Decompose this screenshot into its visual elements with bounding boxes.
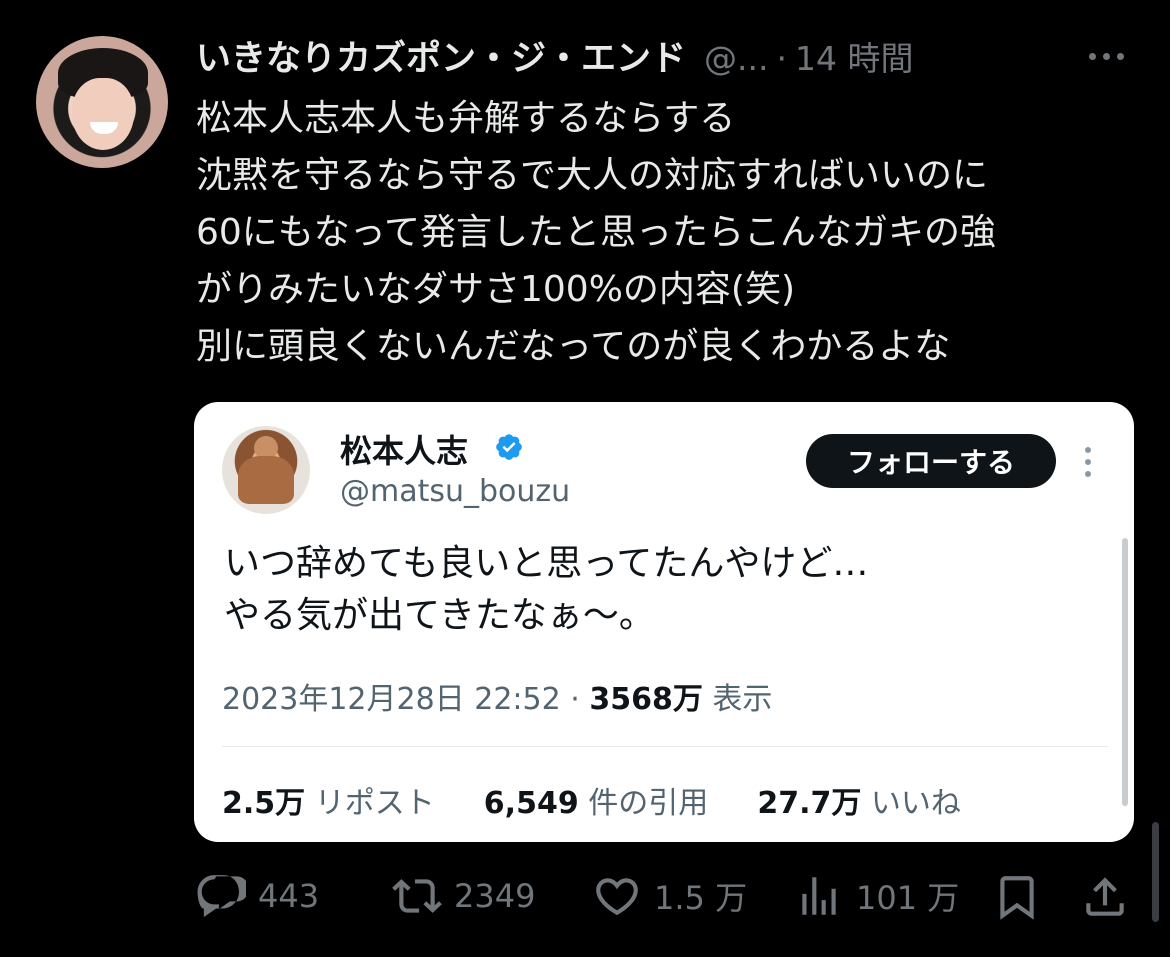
quoted-author-handle[interactable]: @matsu_bouzu: [340, 474, 570, 509]
likes-label[interactable]: いいね: [871, 786, 961, 821]
retweet-button[interactable]: 2349: [392, 866, 535, 926]
avatar-face: [72, 78, 134, 150]
reposts-count[interactable]: 2.5万: [222, 786, 305, 821]
quotes-count[interactable]: 6,549: [484, 786, 579, 821]
quoted-line: いつ辞めても良いと思ってたんやけど…: [224, 543, 869, 584]
quotes-label[interactable]: 件の引用: [588, 786, 708, 821]
quoted-avatar-torso: [238, 456, 294, 504]
views-icon: [802, 877, 836, 915]
retweet-icon: [392, 879, 442, 913]
views-button[interactable]: 101 万: [794, 866, 959, 926]
like-icon: [596, 878, 638, 916]
tweet-line: 松本人志本人も弁解するならする: [196, 98, 736, 139]
tweet-line: 別に頭良くないんだなってのが良くわかるよな: [196, 326, 951, 367]
header-separator: ·: [776, 39, 788, 78]
quoted-tweet-text: いつ辞めても良いと思ってたんやけど… やる気が出てきたなぁ～。: [224, 538, 868, 642]
reposts-label[interactable]: リポスト: [315, 786, 435, 821]
bookmark-icon[interactable]: [992, 872, 1042, 922]
likes-count[interactable]: 27.7万: [757, 786, 861, 821]
action-bar: 443 2349 1.5 万 101 万: [196, 866, 1136, 926]
more-icon[interactable]: [1078, 36, 1134, 76]
quoted-datetime[interactable]: 2023年12月28日 22:52: [222, 682, 561, 717]
quoted-meta: 2023年12月28日 22:52 · 3568万 表示: [222, 674, 772, 718]
tweet-line: がりみたいなダサさ100%の内容(笑): [196, 269, 796, 310]
tweet-text: 松本人志本人も弁解するならする 沈黙を守るなら守るで大人の対応すればいいのに 6…: [196, 90, 996, 375]
views-count: 101 万: [856, 879, 960, 917]
follow-button[interactable]: フォローする: [806, 434, 1056, 488]
reply-icon: [197, 875, 246, 918]
quoted-views-count: 3568万: [589, 682, 703, 717]
verified-icon: [496, 434, 522, 460]
quoted-tweet-card[interactable]: 松本人志 @matsu_bouzu フォローする いつ辞めても良いと思ってたんや…: [194, 402, 1134, 842]
retweet-count: 2349: [454, 877, 536, 915]
quoted-views-label: 表示: [712, 682, 773, 717]
tweet-line: 60にもなって発言したと思ったらこんなガキの強: [196, 212, 997, 253]
quoted-author-avatar[interactable]: [222, 426, 310, 514]
tweet-line: 沈黙を守るなら守るで大人の対応すればいいのに: [196, 155, 989, 196]
author-name[interactable]: いきなりカズポン・ジ・エンド: [196, 30, 686, 81]
quoted-stats: 2.5万 リポスト 6,549 件の引用 27.7万 いいね: [222, 778, 961, 822]
author-handle[interactable]: @...: [704, 39, 768, 78]
quoted-author-name[interactable]: 松本人志: [340, 426, 468, 472]
quoted-line: やる気が出てきたなぁ～。: [224, 595, 655, 636]
card-scrollbar[interactable]: [1122, 538, 1128, 806]
tweet-time[interactable]: 14 時間: [795, 32, 913, 80]
author-avatar[interactable]: [36, 36, 168, 168]
card-divider: [222, 746, 1108, 747]
reply-count: 443: [258, 877, 320, 915]
reply-button[interactable]: 443: [196, 866, 319, 926]
like-count: 1.5 万: [654, 879, 748, 917]
tweet-header: いきなりカズポン・ジ・エンド @... · 14 時間: [196, 30, 913, 80]
meta-separator: ·: [570, 682, 580, 717]
card-more-icon[interactable]: [1080, 442, 1096, 482]
like-button[interactable]: 1.5 万: [592, 866, 747, 926]
share-icon[interactable]: [1080, 872, 1130, 922]
page-scrollbar[interactable]: [1152, 822, 1159, 922]
